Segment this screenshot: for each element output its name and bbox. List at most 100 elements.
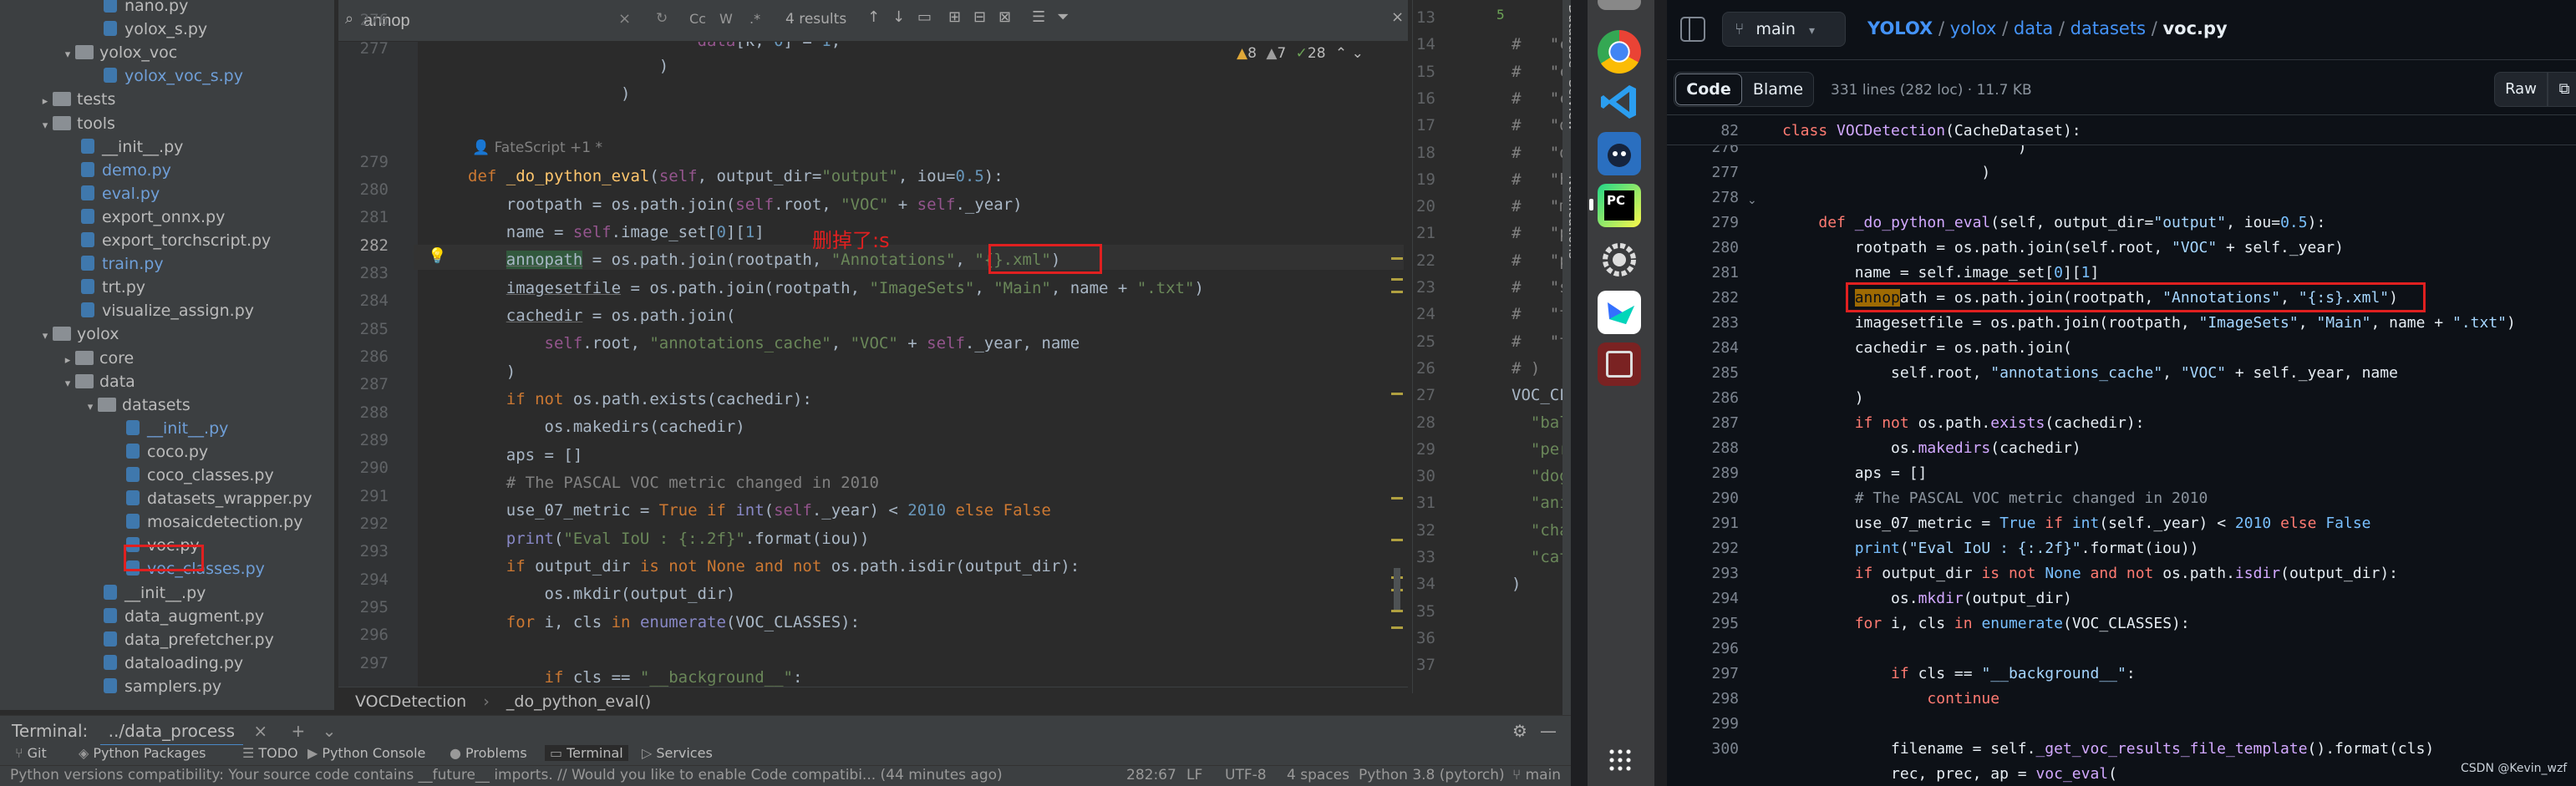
line-number[interactable]: 293 [1667,561,1739,586]
line-number[interactable]: 297 [1667,662,1739,687]
tree-file[interactable]: export_torchscript.py [79,229,271,252]
github-code-view[interactable]: ) ) ⌄ def _do_python_eval(self, output_d… [1667,145,2576,786]
new-terminal-icon[interactable]: + [291,721,305,741]
clear-search-icon[interactable]: × [618,10,631,28]
line-number[interactable]: 288 [1667,436,1739,461]
code-tab[interactable]: Code [1675,74,1742,105]
breadcrumb-yolox[interactable]: yolox [1950,18,1997,38]
breadcrumb-function[interactable]: _do_python_eval() [506,692,651,711]
caret-position[interactable]: 282:67 [1120,767,1176,783]
tree-file[interactable]: __init__.py [79,135,183,159]
chevron-down-icon[interactable]: ▾ [38,114,53,138]
fold-chevron-icon[interactable]: ⌄ [1747,194,1757,207]
tree-folder[interactable]: ▾ data [60,370,135,393]
gear-icon[interactable]: ⚙ [1512,716,1527,746]
error-stripe-mark[interactable] [1391,626,1403,629]
pycharm-icon[interactable]: PC [1598,184,1641,227]
tree-file[interactable]: export_onnx.py [79,205,225,229]
open-in-window-icon[interactable]: ☰ [1032,8,1045,26]
tree-file[interactable]: data_prefetcher.py [101,628,274,652]
line-number[interactable]: 290 [1667,486,1739,511]
line-number[interactable]: 279 [1667,210,1739,236]
blame-tab[interactable]: Blame [1744,74,1812,105]
error-stripe-mark[interactable] [1391,257,1403,260]
breadcrumb-datasets[interactable]: datasets [2070,18,2146,38]
line-number[interactable]: 285 [1667,361,1739,386]
filter-selection-icon[interactable]: ⊠ [998,8,1011,26]
tree-file[interactable]: data_augment.py [101,605,264,628]
vscode-icon[interactable] [1598,80,1641,124]
line-number[interactable]: 287 [1667,411,1739,436]
breadcrumb-data[interactable]: data [2014,18,2053,38]
terminal-dropdown-icon[interactable]: ⌄ [323,721,337,741]
tree-file[interactable]: yolox_voc_s.py [101,64,243,88]
line-number[interactable]: 295 [1667,611,1739,636]
side-tab-sciview[interactable]: SciView [1566,79,1571,130]
line-number[interactable]: 289 [1667,461,1739,486]
line-number[interactable]: 292 [1667,536,1739,561]
copy-icon[interactable]: ⧉ [2548,72,2576,107]
side-tab-notifications[interactable]: Notifications [1566,175,1571,259]
tree-file[interactable]: visualize_assign.py [79,299,254,322]
error-stripe-mark[interactable] [1391,497,1403,499]
editor-scrollbar[interactable] [1394,568,1400,610]
close-find-icon[interactable]: × [1391,8,1404,26]
app-icon-partial[interactable] [1598,0,1641,10]
tree-file[interactable]: samplers.py [101,675,221,698]
sidebar-toggle-icon[interactable] [1680,17,1705,42]
regex-toggle[interactable]: .* [749,11,760,27]
tool-python-packages[interactable]: ◈ Python Packages [79,745,206,761]
line-number[interactable]: 276 [1667,145,1739,160]
tool-python-console[interactable]: ▶ Python Console [307,745,425,761]
filter-icon[interactable]: ⏷ [1057,8,1069,26]
line-number[interactable]: 294 [1667,586,1739,611]
tree-folder[interactable]: ▾ yolox [38,322,119,346]
show-apps-icon[interactable] [1608,748,1633,773]
close-terminal-tab-icon[interactable]: × [253,721,267,741]
chrome-icon[interactable] [1598,30,1641,74]
prev-occurrence-icon[interactable]: ↑ [867,8,880,26]
tree-folder[interactable]: ▸ core [60,347,134,370]
raw-button[interactable]: Raw [2494,72,2548,107]
chevron-right-icon[interactable]: ▸ [38,90,53,114]
error-stripe-mark[interactable] [1391,393,1403,395]
git-client-icon[interactable] [1598,132,1641,175]
tree-file[interactable]: mosaicdetection.py [124,510,302,534]
line-number[interactable]: 282 [1667,286,1739,311]
line-number[interactable]: 296 [1667,636,1739,662]
error-stripe-mark[interactable] [1391,539,1403,541]
tree-folder[interactable]: ▸ tests [38,88,116,114]
tool-problems[interactable]: ● Problems [450,745,527,761]
line-number[interactable]: 286 [1667,386,1739,411]
add-selection-icon[interactable]: ⊞ [948,8,961,26]
tree-file[interactable]: trt.py [79,276,145,299]
settings-icon[interactable] [1598,238,1641,281]
select-all-occurrences-icon[interactable]: ▭ [917,8,932,26]
branch-selector[interactable]: ⑂ main ▾ [1722,12,1846,47]
code-editor[interactable]: data[k, 0] = 1, ) ) 👤 FateScript +1 * de… [418,42,1404,693]
split-editor-pane[interactable]: 13 14 15 16 17 18 19 20 21 22 23 24 25 26 27 28 29 30 31 32… [1412,0,1571,693]
lightbulb-icon[interactable]: 💡 [428,247,446,265]
error-stripe-mark[interactable] [1391,610,1403,612]
tree-file[interactable]: demo.py [79,159,171,182]
tree-file[interactable]: datasets_wrapper.py [124,487,312,510]
line-number[interactable]: 280 [1667,236,1739,261]
tree-file[interactable]: __init__.py [124,417,228,440]
tree-file[interactable]: __init__.py [101,581,206,605]
chevron-right-icon[interactable]: ▸ [60,349,75,373]
tree-file[interactable]: coco_classes.py [124,464,274,487]
git-branch[interactable]: ⑂ main [1512,767,1561,783]
history-icon[interactable]: ↻ [656,10,668,27]
line-number[interactable]: 284 [1667,336,1739,361]
tree-file[interactable]: yolox_s.py [101,18,207,41]
chevron-down-icon[interactable]: ▾ [60,373,75,396]
tool-git[interactable]: ⑂ Git [15,745,47,761]
tree-file[interactable]: nano.py [101,0,188,18]
terminal-tab[interactable]: ../data_process [99,718,243,747]
status-message[interactable]: Python versions compatibility: Your sour… [10,767,1003,783]
whole-words-toggle[interactable]: W [719,11,733,27]
chevron-down-icon[interactable]: ▾ [83,396,98,419]
file-encoding[interactable]: UTF-8 [1225,767,1267,783]
line-number[interactable]: 291 [1667,511,1739,536]
chevron-down-icon[interactable]: ▾ [60,43,75,67]
